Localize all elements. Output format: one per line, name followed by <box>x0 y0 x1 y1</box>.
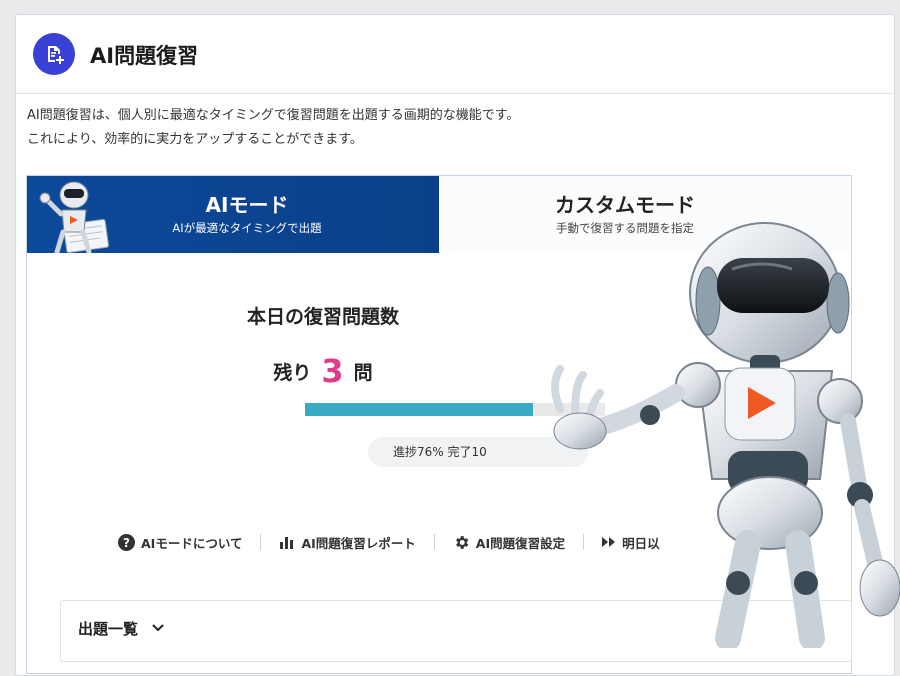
link-divider <box>433 534 435 550</box>
gear-icon <box>455 535 469 549</box>
intro-line-2: これにより、効率的に実力をアップすることができます。 <box>27 132 363 147</box>
link-review-report-label: AI問題復習レポート <box>301 535 416 551</box>
remaining-number: 3 <box>321 352 344 390</box>
bar-chart-icon <box>280 537 294 549</box>
tab-ai-mode-subtitle: AIが最適なタイミングで出題 <box>172 221 322 235</box>
svg-text:?: ? <box>123 536 130 550</box>
link-review-report[interactable]: AI問題復習レポート <box>279 533 416 552</box>
intro-line-1: AI問題復習は、個人別に最適なタイミングで復習問題を出題する画期的な機能です。 <box>27 108 520 123</box>
robot-mascot-illustration <box>551 222 900 648</box>
link-about-ai-mode[interactable]: ? AIモードについて <box>118 533 242 552</box>
link-about-ai-mode-label: AIモードについて <box>141 535 243 551</box>
question-list-label: 出題一覧 <box>78 620 139 638</box>
link-divider <box>260 534 262 550</box>
question-circle-icon: ? <box>118 533 135 551</box>
document-add-icon <box>33 33 75 75</box>
chevron-down-icon <box>152 624 164 632</box>
page-title: AI問題復習 <box>90 44 199 68</box>
card-header: AI問題復習 <box>16 15 894 94</box>
tab-ai-mode-title: AIモード <box>205 193 289 217</box>
tab-ai-mode[interactable]: AIモード AIが最適なタイミングで出題 <box>27 176 439 254</box>
question-list-title: 出題一覧 <box>78 618 165 639</box>
intro-text: AI問題復習は、個人別に最適なタイミングで復習問題を出題する画期的な機能です。 … <box>27 104 519 152</box>
remaining-prefix: 残り <box>273 362 312 384</box>
remaining-suffix: 問 <box>353 362 373 384</box>
